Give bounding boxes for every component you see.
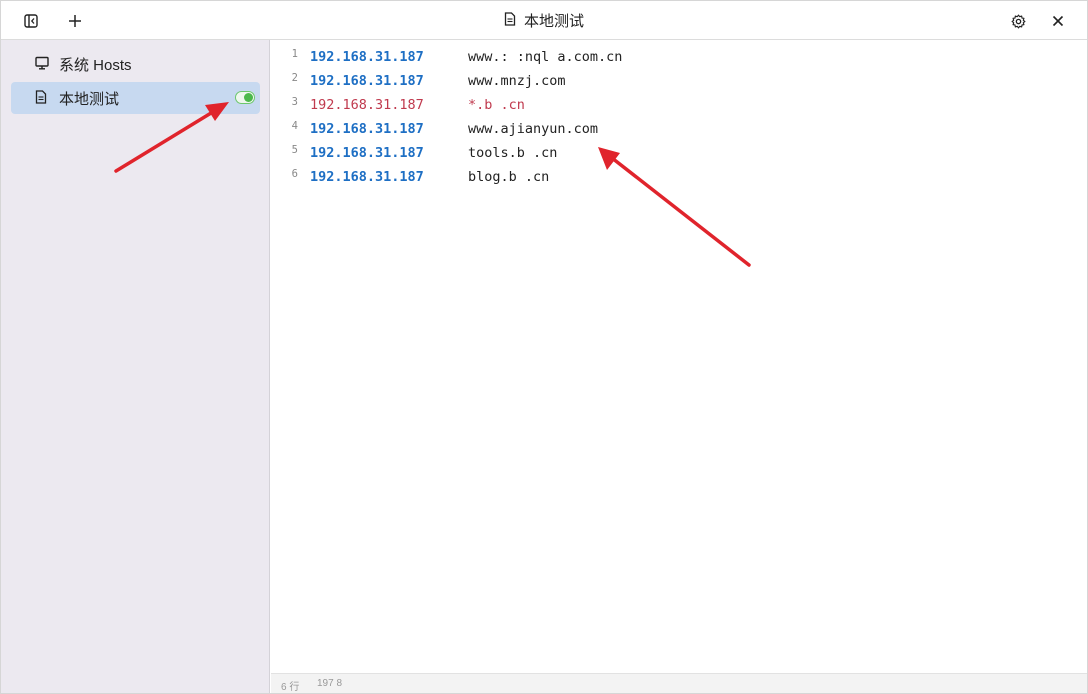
ip-address: 192.168.31.187	[310, 73, 424, 89]
editor-line[interactable]: 3 192.168.31.187 *.b .cn	[271, 93, 1087, 117]
hostname: www.ajianyun.com	[468, 121, 599, 137]
editor-line[interactable]: 1 192.168.31.187 www.: :nql a.com.cn	[271, 45, 1087, 69]
line-number: 3	[291, 96, 298, 108]
monitor-icon	[35, 56, 49, 74]
ip-address: 192.168.31.187	[310, 121, 424, 137]
toggle-knob	[244, 93, 253, 102]
line-number: 4	[291, 120, 298, 132]
sidebar-item-local-test[interactable]: 本地测试	[11, 82, 260, 114]
hosts-editor[interactable]: 1 192.168.31.187 www.: :nql a.com.cn 2 1…	[271, 40, 1087, 673]
settings-button[interactable]	[1006, 9, 1030, 33]
hostname: www.: :nql a.com.cn	[468, 49, 623, 65]
sidebar-item-label: 本地测试	[59, 90, 120, 108]
hostname: blog.b .cn	[468, 169, 550, 185]
title-bar: 本地测试	[1, 1, 1087, 40]
hostname: tools.b .cn	[468, 145, 558, 161]
close-icon	[1052, 15, 1064, 27]
line-number: 5	[291, 144, 298, 156]
file-icon	[504, 11, 516, 30]
line-count: 6 行	[281, 682, 300, 693]
sidebar-toggle-icon	[24, 14, 38, 28]
line-number: 2	[291, 72, 298, 84]
status-bar: 6 行 197 8	[271, 673, 1087, 693]
gear-icon	[1011, 14, 1026, 29]
sidebar-item-system-hosts[interactable]: 系统 Hosts	[11, 48, 260, 80]
app-window: 本地测试 系统 Hosts 本地测试 1 192.168.31.187 www.…	[0, 0, 1088, 694]
line-number: 6	[291, 168, 298, 180]
plus-icon	[68, 14, 82, 28]
editor-line[interactable]: 5 192.168.31.187 tools.b .cn	[271, 141, 1087, 165]
enable-toggle[interactable]	[235, 91, 255, 104]
add-button[interactable]	[63, 9, 87, 33]
file-icon	[35, 90, 47, 108]
editor-line[interactable]: 2 192.168.31.187 www.mnzj.com	[271, 69, 1087, 93]
ip-address: 192.168.31.187	[310, 49, 424, 65]
editor-line[interactable]: 4 192.168.31.187 www.ajianyun.com	[271, 117, 1087, 141]
sidebar: 系统 Hosts 本地测试	[1, 40, 270, 693]
ip-address: 192.168.31.187	[310, 97, 424, 113]
close-button[interactable]	[1046, 9, 1070, 33]
hostname: www.mnzj.com	[468, 73, 566, 89]
line-number: 1	[291, 48, 298, 60]
ip-address: 192.168.31.187	[310, 169, 424, 185]
editor-line[interactable]: 6 192.168.31.187 blog.b .cn	[271, 165, 1087, 189]
char-count: 197 8	[317, 678, 343, 689]
sidebar-toggle-button[interactable]	[19, 9, 43, 33]
window-title-text: 本地测试	[523, 13, 584, 30]
ip-address: 192.168.31.187	[310, 145, 424, 161]
hostname: *.b .cn	[468, 97, 525, 113]
sidebar-item-label: 系统 Hosts	[59, 56, 132, 74]
window-title: 本地测试	[1, 1, 1087, 40]
